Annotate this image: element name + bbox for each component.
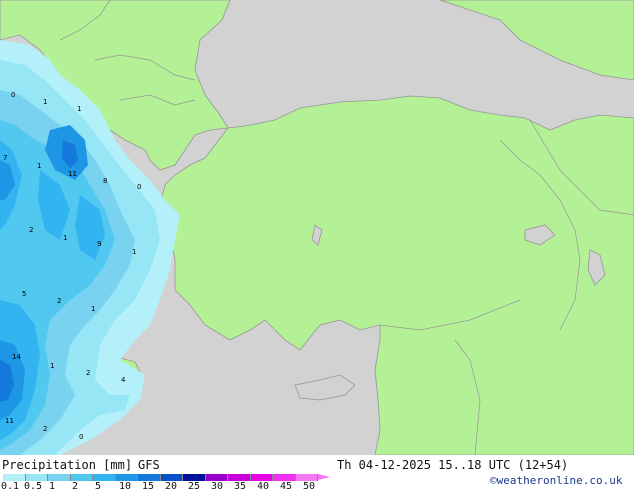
precip-label: 0 [137,183,141,191]
precip-label: 1 [37,162,41,170]
legend-tick-label: 2 [71,481,79,490]
precip-label: 2 [86,369,90,377]
legend-color-swatch [48,474,71,481]
legend-color-swatch [295,474,318,481]
precip-label: 0 [79,433,83,441]
precip-label: 5 [22,290,26,298]
legend-color-swatch [25,474,48,481]
valid-time: Th 04-12-2025 15..18 UTC (12+54) [337,458,569,472]
precipitation-map-view: { "title": { "variable": "Precipitation … [0,0,634,490]
precip-label: 1 [50,362,54,370]
precip-label: 1 [132,248,136,256]
legend-tick-label: 25 [187,481,201,490]
precip-label: 4 [121,376,126,384]
legend-tick-label: 40 [256,481,270,490]
precip-label: 1 [77,105,81,113]
precip-label: 2 [43,425,47,433]
precip-label: 2 [29,226,33,234]
legend-tick-label: 35 [233,481,247,490]
precip-label: 1 [91,305,95,313]
legend-arrow-tip [318,474,330,480]
precip-label: 1 [63,234,67,242]
precip-label: 11 [5,417,14,425]
legend-color-swatch [3,474,26,481]
legend-color-swatch [273,474,296,481]
legend-color-swatch [115,474,138,481]
precip-label: 0 [11,91,15,99]
precip-label: 2 [57,297,61,305]
precip-label: 14 [12,353,21,361]
credit-link[interactable]: ©weatheronline.co.uk [490,474,622,487]
weather-map: 0 1 1 7 1 11 8 0 2 1 9 1 5 2 1 14 1 2 4 … [0,0,634,455]
precip-label: 9 [97,240,101,248]
legend-tick-label: 0.5 [23,481,43,490]
precip-label: 7 [3,154,7,162]
legend-tick-label: 15 [141,481,155,490]
legend-tick-label: 20 [164,481,178,490]
legend-color-swatch [138,474,161,481]
legend-tick-label: 5 [94,481,102,490]
precip-label: 11 [68,170,77,178]
variable-title: Precipitation [mm] [2,458,133,472]
legend-tick-label: 45 [279,481,293,490]
legend-color-swatch [93,474,116,481]
legend-tick-label: 0.1 [0,481,20,490]
legend-color-swatch [183,474,206,481]
legend-tick-label: 1 [48,481,56,490]
model-name: GFS [138,458,160,472]
color-legend-bar [3,474,330,481]
precip-label: 1 [43,98,47,106]
precip-label: 8 [103,177,107,185]
legend-color-swatch [70,474,93,481]
legend-tick-label: 10 [118,481,132,490]
legend-color-swatch [250,474,273,481]
legend-color-swatch [228,474,251,481]
legend-tick-label: 50 [302,481,316,490]
legend-color-swatch [160,474,183,481]
legend-tick-label: 30 [210,481,224,490]
legend-color-swatch [205,474,228,481]
